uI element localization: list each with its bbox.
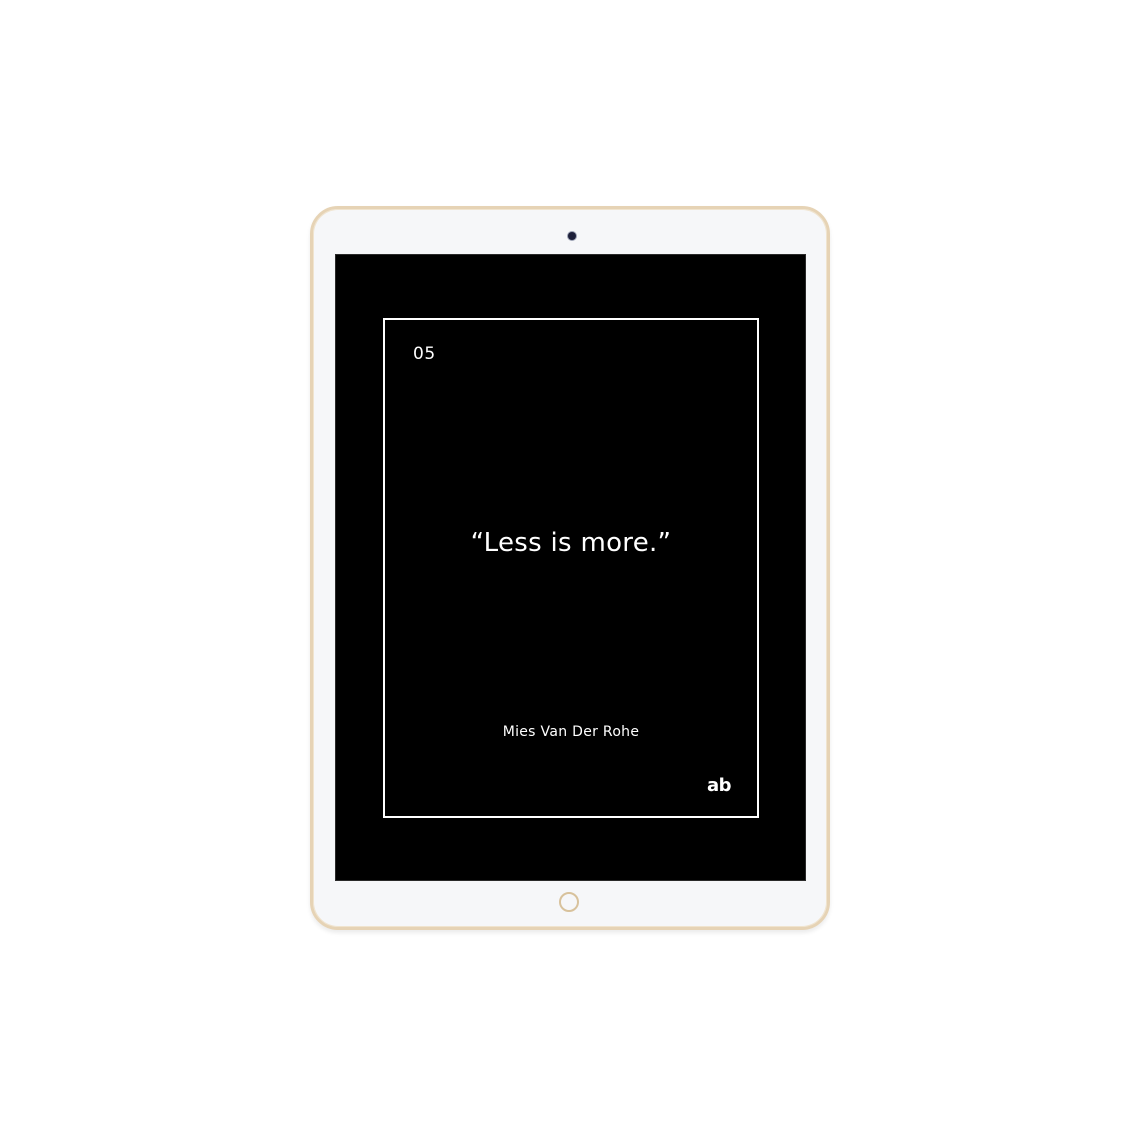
tablet-screen: 05 “Less is more.” Mies Van Der Rohe ab bbox=[335, 254, 806, 881]
quote-text: “Less is more.” bbox=[470, 528, 672, 558]
tablet-device: 05 “Less is more.” Mies Van Der Rohe ab bbox=[310, 206, 830, 930]
quote-card-frame: 05 “Less is more.” Mies Van Der Rohe ab bbox=[383, 318, 759, 818]
front-camera bbox=[568, 232, 576, 240]
brand-logo: ab bbox=[706, 775, 732, 796]
home-button[interactable] bbox=[559, 892, 579, 912]
quote-author: Mies Van Der Rohe bbox=[502, 724, 640, 740]
card-number: 05 bbox=[413, 344, 436, 364]
